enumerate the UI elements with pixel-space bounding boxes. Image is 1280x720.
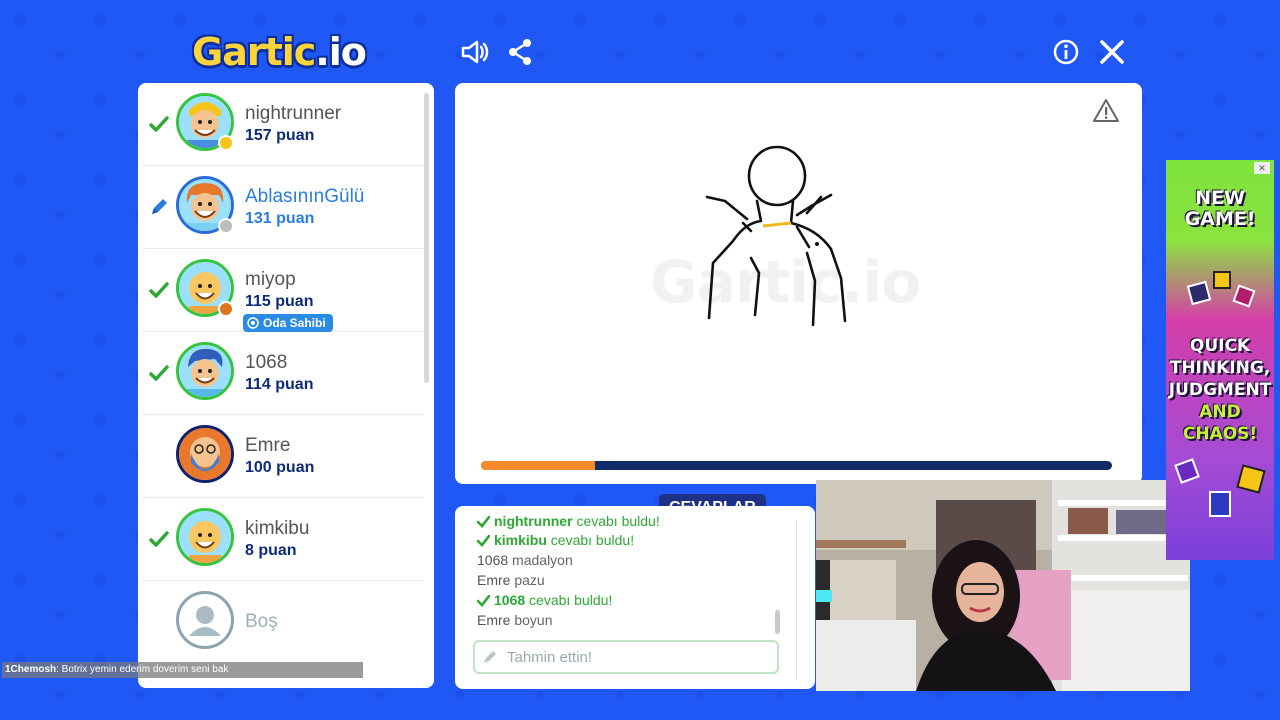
- timer-fill: [481, 461, 595, 470]
- check-icon: [149, 282, 169, 298]
- player-name: AblasınınGülü: [245, 186, 365, 207]
- sound-icon[interactable]: [459, 36, 491, 68]
- ad-headline: NEW GAME!: [1184, 187, 1256, 230]
- pencil-icon: [484, 651, 496, 663]
- avatar: [176, 508, 234, 566]
- status-dot: [218, 301, 234, 317]
- pencil-icon: [152, 199, 167, 214]
- player-row[interactable]: 1068 114 puan: [142, 332, 424, 415]
- advertisement-banner[interactable]: ✕ NEW GAME! QUICK THINKING, JUDGMENT AND …: [1166, 160, 1274, 560]
- ad-close-icon[interactable]: ✕: [1254, 162, 1270, 174]
- player-name: Emre: [245, 435, 291, 456]
- empty-slot[interactable]: Boş: [142, 581, 424, 663]
- guess-input[interactable]: [505, 647, 769, 667]
- player-score: 131 puan: [245, 210, 315, 227]
- list-item: Emre boyun: [477, 612, 553, 628]
- gartic-logo: Gartic .io: [192, 30, 367, 74]
- player-row[interactable]: kimkibu 8 puan: [142, 498, 424, 581]
- check-icon: [476, 594, 491, 607]
- player-score: 115 puan: [245, 293, 314, 310]
- list-item: kimkibu cevabı buldu!: [476, 530, 797, 550]
- close-icon[interactable]: [1096, 36, 1128, 68]
- share-icon[interactable]: [505, 36, 537, 68]
- status-dot: [218, 218, 234, 234]
- list-item: 1068 cevabı buldu!: [476, 590, 797, 610]
- player-row[interactable]: nightrunner 157 puan: [142, 83, 424, 166]
- player-name: Boş: [245, 611, 278, 632]
- webcam-feed: [816, 480, 1190, 691]
- stream-chat-message: 1Chemosh: Botrix yemin ederim doverim se…: [2, 662, 363, 678]
- ad-card-icons: [1186, 271, 1256, 308]
- avatar: [176, 342, 234, 400]
- answers-panel: nightrunner cevabı buldu! kimkibu cevabı…: [455, 506, 815, 689]
- ad-tagline: QUICK THINKING, JUDGMENT AND CHAOS!: [1168, 336, 1272, 444]
- players-scrollbar[interactable]: [424, 93, 429, 383]
- player-name: kimkibu: [245, 518, 310, 539]
- avatar: [176, 425, 234, 483]
- check-icon: [477, 516, 491, 528]
- ad-card-icons: [1174, 458, 1266, 517]
- player-score: 100 puan: [245, 459, 315, 476]
- player-score: 157 puan: [245, 127, 315, 144]
- list-item: nightrunner cevabı buldu!: [477, 516, 797, 530]
- answers-list: nightrunner cevabı buldu! kimkibu cevabı…: [476, 516, 797, 630]
- divider: [796, 520, 797, 680]
- drawing-strokes: [705, 145, 847, 327]
- guess-input-box[interactable]: [473, 640, 779, 674]
- empty-avatar-icon: [176, 591, 234, 649]
- report-warning-icon[interactable]: [1092, 97, 1120, 125]
- player-name: nightrunner: [245, 103, 342, 124]
- owner-icon: [247, 317, 259, 329]
- player-row[interactable]: AblasınınGülü 131 puan: [142, 166, 424, 249]
- player-name: miyop: [245, 269, 296, 290]
- list-item: 1068 madalyon: [477, 552, 573, 568]
- room-owner-badge: Oda Sahibi: [243, 314, 333, 332]
- check-icon: [149, 116, 169, 132]
- list-item: Emre pazu: [477, 572, 545, 588]
- check-icon: [149, 531, 169, 547]
- info-icon[interactable]: [1050, 36, 1082, 68]
- status-dot: [218, 135, 234, 151]
- round-timer-bar: [481, 461, 1112, 470]
- check-icon: [149, 365, 169, 381]
- player-score: 8 puan: [245, 542, 297, 559]
- player-row[interactable]: miyop 115 puan Oda Sahibi: [142, 249, 424, 332]
- player-row[interactable]: Emre 100 puan: [142, 415, 424, 498]
- check-icon: [476, 534, 491, 547]
- drawing-canvas[interactable]: Gartic.io: [455, 83, 1142, 484]
- answers-scrollbar[interactable]: [775, 610, 780, 634]
- player-score: 114 puan: [245, 376, 314, 393]
- players-panel: nightrunner 157 puan AblasınınGülü 131 p…: [138, 83, 434, 688]
- player-name: 1068: [245, 352, 288, 373]
